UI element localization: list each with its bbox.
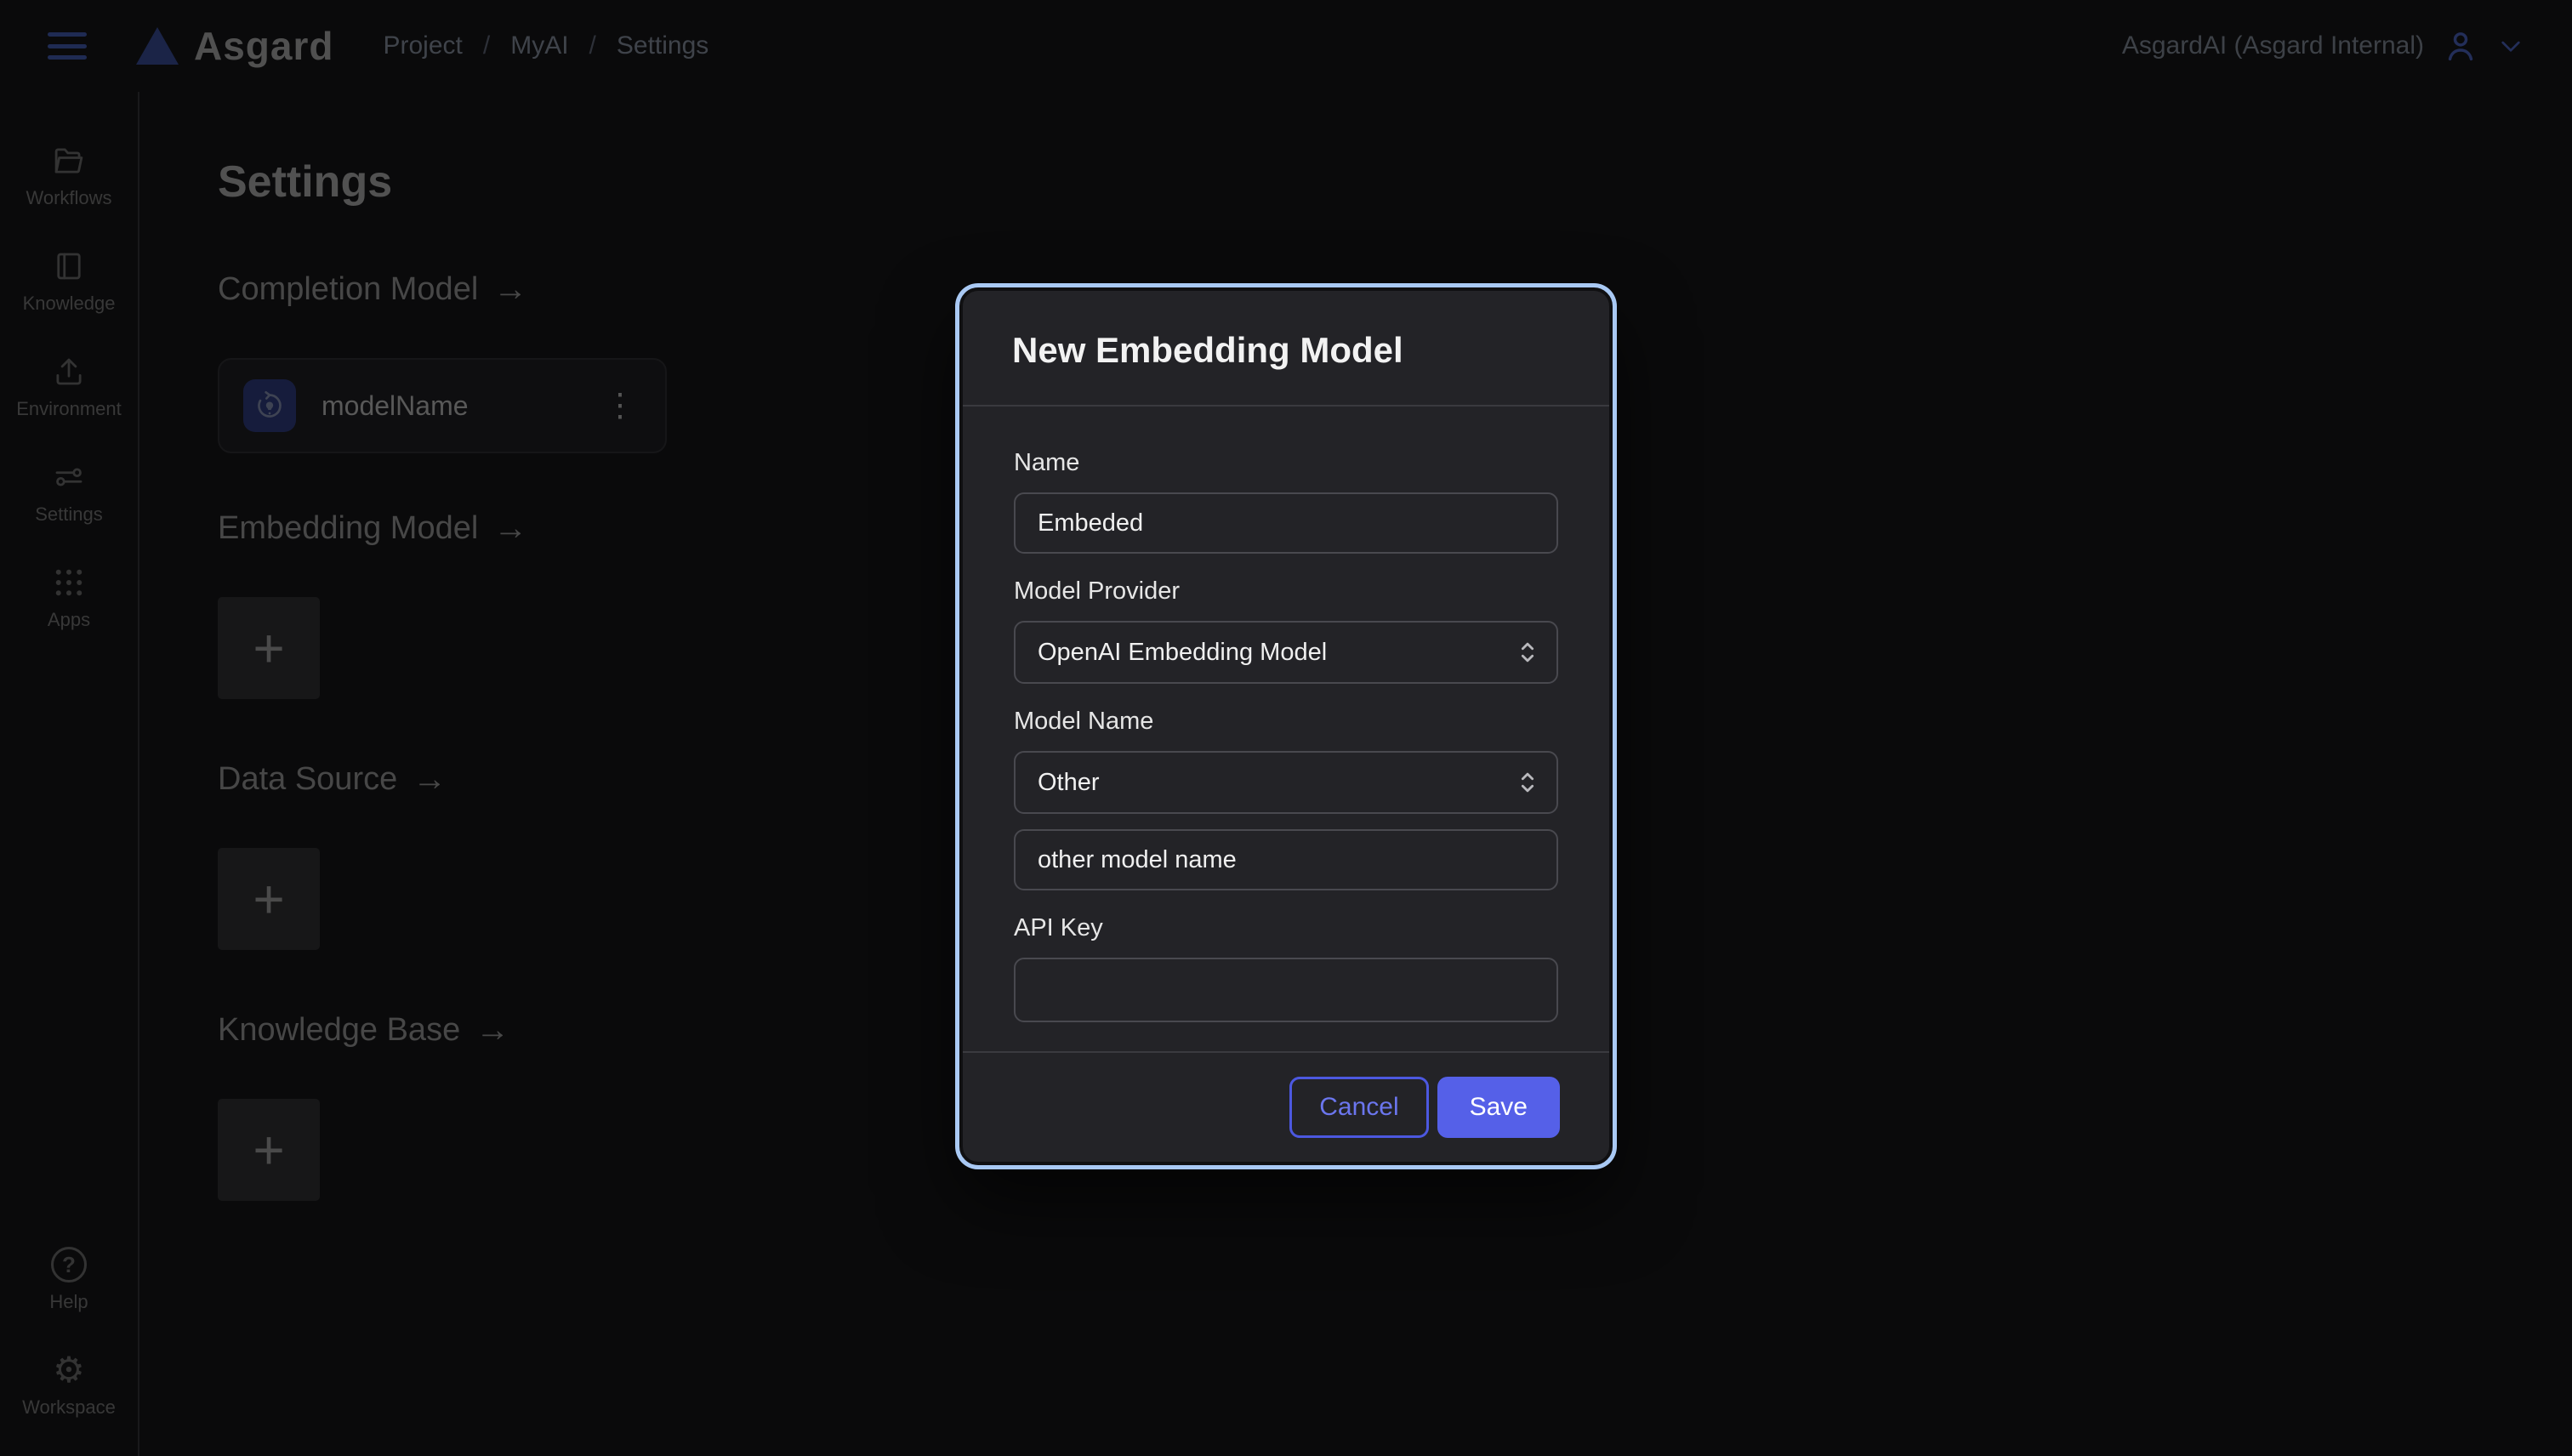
select-chevrons-icon [1517, 638, 1538, 667]
new-embedding-model-dialog: New Embedding Model Name Model Provider … [959, 287, 1613, 1165]
cancel-button[interactable]: Cancel [1289, 1077, 1428, 1138]
app-page: Asgard Project / MyAI / Settings AsgardA… [0, 0, 2572, 1456]
dialog-body: Name Model Provider OpenAI Embedding Mod… [963, 407, 1609, 1051]
model-provider-label: Model Provider [1014, 577, 1558, 606]
dialog-footer: Cancel Save [963, 1051, 1609, 1162]
select-chevrons-icon [1517, 768, 1538, 797]
dialog-title: New Embedding Model [1012, 330, 1560, 371]
name-label: Name [1014, 449, 1558, 477]
other-model-name-input[interactable] [1014, 829, 1558, 890]
name-input[interactable] [1014, 492, 1558, 554]
api-key-label: API Key [1014, 914, 1558, 942]
model-provider-value: OpenAI Embedding Model [1038, 639, 1327, 667]
save-button[interactable]: Save [1437, 1077, 1560, 1138]
model-name-label: Model Name [1014, 708, 1558, 736]
model-provider-select[interactable]: OpenAI Embedding Model [1014, 621, 1558, 684]
dialog-header: New Embedding Model [963, 291, 1609, 407]
model-name-select[interactable]: Other [1014, 751, 1558, 814]
model-name-value: Other [1038, 769, 1100, 797]
api-key-input[interactable] [1014, 958, 1558, 1022]
